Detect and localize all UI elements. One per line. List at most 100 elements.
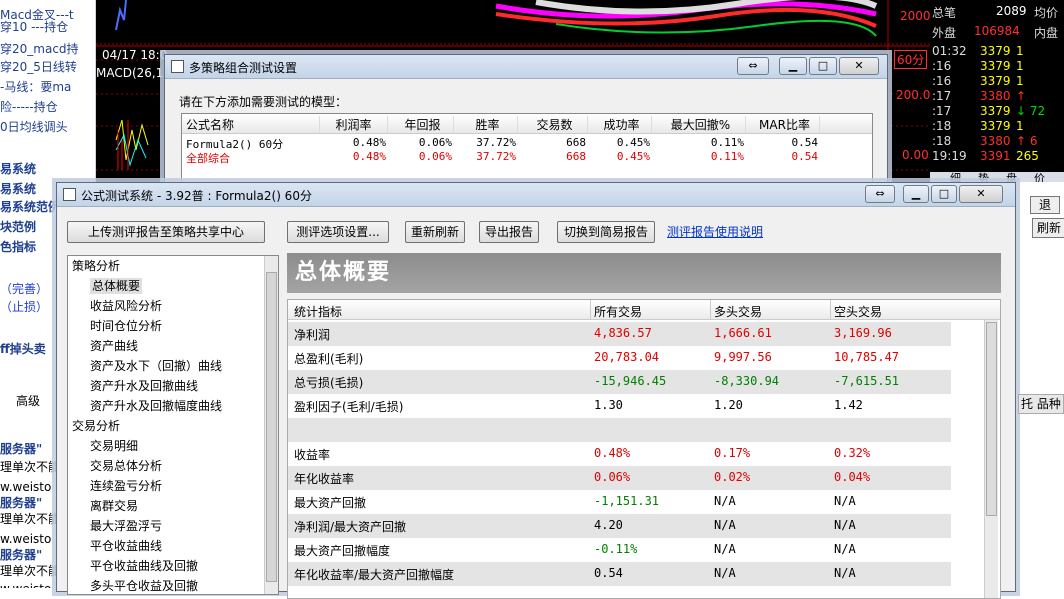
tree-item[interactable]: 资产升水及回撤曲线 bbox=[90, 378, 198, 394]
tree-item[interactable]: 时间仓位分析 bbox=[90, 318, 162, 334]
tree-item[interactable]: 资产及水下（回撤）曲线 bbox=[90, 358, 222, 374]
left-panel-line[interactable]: 块范例 bbox=[0, 220, 36, 234]
tree-item[interactable]: 交易总体分析 bbox=[90, 458, 162, 474]
tree-scroll-thumb[interactable] bbox=[266, 272, 277, 582]
left-panel-line[interactable]: 穿20_5日线转 bbox=[0, 60, 77, 74]
tree-scrollbar[interactable] bbox=[264, 256, 278, 594]
report-row[interactable]: 总盈利(毛利) 20,783.04 9,997.56 10,785.47 bbox=[288, 346, 951, 370]
left-panel-line[interactable]: 高级 bbox=[16, 394, 40, 408]
left-panel-line[interactable]: 穿10 ---持仓 bbox=[0, 20, 68, 34]
left-panel-line[interactable]: （完善） bbox=[0, 282, 48, 296]
left-panel-line[interactable]: 穿20_macd持 bbox=[0, 42, 79, 56]
close-button[interactable]: ✕ bbox=[959, 185, 1003, 203]
left-panel-line[interactable]: 理单次不能 bbox=[0, 460, 60, 474]
left-panel-line[interactable]: 服务器" bbox=[0, 442, 42, 456]
export-report-button[interactable]: 导出报告 bbox=[479, 221, 539, 243]
left-panel-line[interactable]: -马线：要ma bbox=[0, 80, 71, 94]
report-column-header[interactable]: 多头交易 bbox=[714, 303, 762, 320]
tree-item[interactable]: 连续盈亏分析 bbox=[90, 478, 162, 494]
minimize-button[interactable]: ▁ bbox=[779, 57, 807, 75]
left-panel-line[interactable]: ff掉头卖 bbox=[0, 342, 46, 356]
model-row[interactable]: 全部综合 0.48% 0.06% 37.72% 668 0.45% 0.11% 0.54 bbox=[182, 150, 872, 165]
tree-item[interactable]: 收益风险分析 bbox=[90, 298, 162, 314]
column-header[interactable]: 交易数 bbox=[522, 116, 588, 133]
report-row[interactable]: 年化收益率/最大资产回撤幅度 0.54 N/A N/A bbox=[288, 562, 951, 586]
tree-item[interactable]: 交易分析 bbox=[72, 418, 120, 434]
tree-item[interactable]: 资产曲线 bbox=[90, 338, 138, 354]
report-scrollbar[interactable] bbox=[984, 320, 998, 598]
report-row[interactable]: 净利润/最大资产回撤 4.20 N/A N/A bbox=[288, 514, 951, 538]
tree-item[interactable]: 资产升水及回撤幅度曲线 bbox=[90, 398, 222, 414]
left-panel-line[interactable]: w.weisto bbox=[0, 582, 51, 588]
tree-item[interactable]: 交易明细 bbox=[90, 438, 138, 454]
restore-arrows-button[interactable]: ⇔ bbox=[865, 185, 895, 203]
left-panel-line[interactable]: 易系统 bbox=[0, 162, 36, 176]
left-panel-line[interactable]: 易系统 bbox=[0, 182, 36, 196]
column-header[interactable]: 成功率 bbox=[592, 116, 652, 133]
upload-report-button[interactable]: 上传测评报告至策略共享中心 bbox=[67, 221, 265, 243]
left-panel-line[interactable]: 理单次不能 bbox=[0, 512, 60, 526]
exit-button[interactable]: 退 bbox=[1030, 196, 1060, 214]
quote-tab[interactable]: 势 bbox=[978, 170, 989, 182]
quote-tab[interactable]: 价 bbox=[1034, 170, 1045, 182]
multi-strategy-titlebar[interactable]: 多策略组合测试设置 ⇔ ▁ □ ✕ bbox=[165, 55, 887, 79]
tree-item[interactable]: 最大浮盈浮亏 bbox=[90, 518, 162, 534]
model-row[interactable]: Formula2() 60分 0.48% 0.06% 37.72% 668 0.45% 0.… bbox=[182, 136, 872, 151]
tree-item[interactable]: 多头平仓收益及回撤 bbox=[90, 578, 198, 594]
tree-item[interactable]: 总体概要 bbox=[90, 278, 143, 294]
report-row[interactable]: 最大资产回撤幅度 -0.11% N/A N/A bbox=[288, 538, 951, 562]
left-panel-line[interactable]: 服务器" bbox=[0, 548, 42, 562]
maximize-button[interactable]: □ bbox=[931, 185, 957, 203]
report-help-link[interactable]: 测评报告使用说明 bbox=[667, 223, 763, 240]
analysis-tree[interactable]: 策略分析总体概要收益风险分析 时间仓位分析 资产曲线资产及水下（回撤）曲线 资产升水及… bbox=[67, 255, 279, 595]
quote-tab[interactable]: 细 bbox=[950, 170, 961, 182]
restore-arrows-button[interactable]: ⇔ bbox=[737, 57, 769, 75]
maximize-button[interactable]: □ bbox=[809, 57, 837, 75]
formula-test-titlebar[interactable]: 公式测试系统 - 3.92普 : Formula2() 60分 ⇔ ▁ □ ✕ bbox=[57, 183, 1015, 207]
report-column-header[interactable]: 空头交易 bbox=[834, 303, 882, 320]
report-row[interactable]: 年化收益率 0.06% 0.02% 0.04% bbox=[288, 466, 951, 490]
options-button[interactable]: 测评选项设置... bbox=[287, 221, 389, 243]
report-column-header[interactable]: 所有交易 bbox=[594, 303, 642, 320]
column-header[interactable]: 利润率 bbox=[320, 116, 388, 133]
refresh-button[interactable]: 重新刷新 bbox=[405, 221, 465, 243]
left-panel-line[interactable]: 服务器" bbox=[0, 496, 42, 510]
report-row[interactable]: 盈利因子(毛利/毛损) 1.30 1.20 1.42 bbox=[288, 394, 951, 418]
metric-value: 0.48% bbox=[594, 446, 631, 460]
left-panel-line[interactable]: 理单次不能 bbox=[0, 564, 60, 578]
left-panel-line[interactable]: 险-----持仓 bbox=[0, 100, 58, 114]
close-button[interactable]: ✕ bbox=[839, 57, 879, 75]
left-panel-line[interactable]: 色指标 bbox=[0, 240, 36, 254]
report-row[interactable]: 收益率 0.48% 0.17% 0.32% bbox=[288, 442, 951, 466]
column-header[interactable]: MAR比率 bbox=[750, 116, 820, 133]
left-panel-line[interactable]: w.weisto bbox=[0, 532, 51, 546]
metric-value: -1,151.31 bbox=[594, 494, 660, 508]
left-panel-line[interactable]: w.weisto bbox=[0, 480, 51, 494]
tree-item[interactable]: 离群交易 bbox=[90, 498, 138, 514]
left-panel-line[interactable]: 易系统范例 bbox=[0, 200, 60, 214]
left-panel-line[interactable]: （止损） bbox=[0, 300, 48, 314]
report-scroll-thumb[interactable] bbox=[986, 322, 997, 516]
side-tab-variety[interactable]: 品种 bbox=[1037, 397, 1061, 411]
report-row[interactable]: 净利润 4,836.57 1,666.61 3,169.96 bbox=[288, 322, 951, 346]
report-row[interactable]: 最大资产回撤 -1,151.31 N/A N/A bbox=[288, 490, 951, 514]
report-table[interactable]: 统计指标 所有交易 多头交易 空头交易 净利润 4,836.57 1,666.61 3,16… bbox=[287, 299, 1001, 599]
tree-item[interactable]: 平仓收益曲线 bbox=[90, 538, 162, 554]
column-header[interactable]: 公式名称 bbox=[186, 116, 320, 133]
tree-item[interactable]: 策略分析 bbox=[72, 258, 120, 274]
tree-item[interactable]: 平仓收益曲线及回撤 bbox=[90, 558, 198, 574]
refresh-side-button[interactable]: 刷新 bbox=[1032, 218, 1064, 238]
tick-price: 3379 bbox=[980, 74, 1011, 88]
column-header[interactable]: 年回报 bbox=[392, 116, 454, 133]
minimize-button[interactable]: ▁ bbox=[903, 185, 929, 203]
simple-report-button[interactable]: 切换到简易报告 bbox=[557, 221, 655, 243]
column-header[interactable]: 最大回撤% bbox=[656, 116, 746, 133]
quote-tab[interactable]: 盘 bbox=[1006, 170, 1017, 182]
side-tab-strip[interactable]: 托 品种 bbox=[1018, 394, 1064, 414]
column-header[interactable]: 胜率 bbox=[458, 116, 518, 133]
report-column-header[interactable]: 统计指标 bbox=[294, 303, 342, 320]
left-panel-line[interactable]: 0日均线调头 bbox=[0, 120, 68, 134]
side-tab-tuo[interactable]: 托 bbox=[1021, 397, 1033, 411]
report-row[interactable] bbox=[288, 418, 951, 442]
report-row[interactable]: 总亏损(毛损) -15,946.45 -8,330.94 -7,615.51 bbox=[288, 370, 951, 394]
